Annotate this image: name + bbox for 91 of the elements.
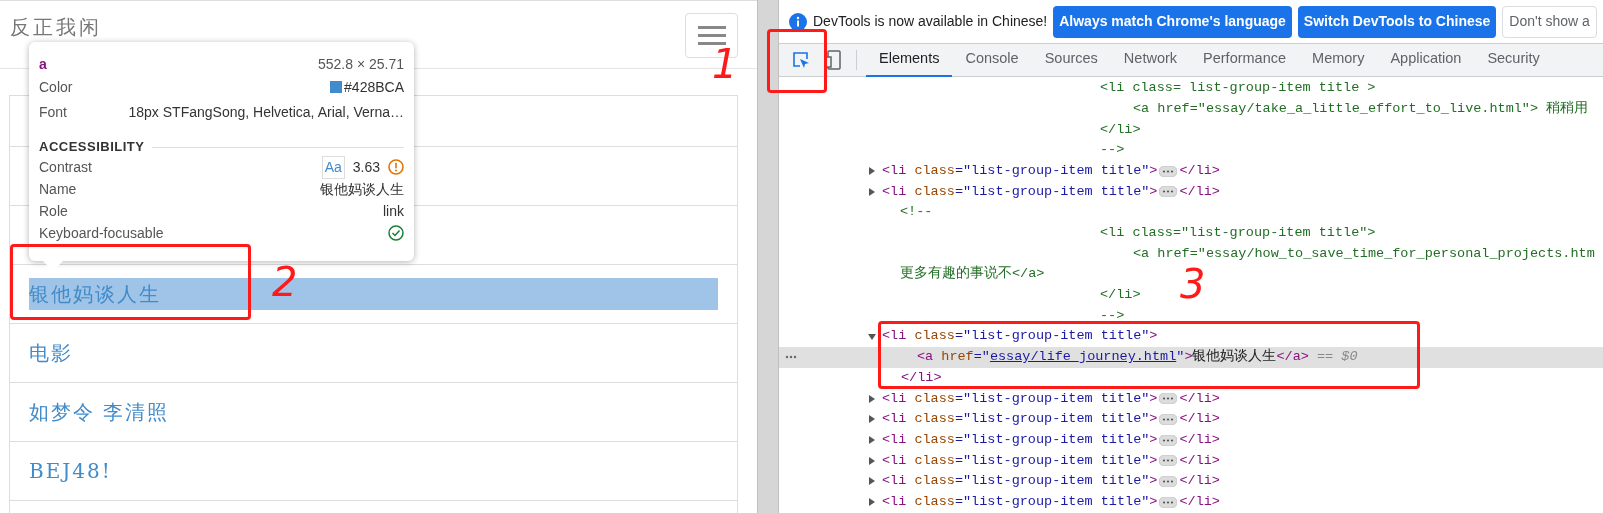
property-value: #428BCA (344, 77, 404, 97)
warning-icon (388, 159, 404, 175)
devtools-tab[interactable]: Network (1110, 43, 1191, 77)
property-value: link (383, 201, 404, 221)
site-title[interactable]: 反正我闲 (10, 15, 102, 39)
code-text: <a href="essay/how_to_save_time_for_personal_projects.htm (1133, 244, 1595, 263)
ellipsis-icon[interactable] (1159, 455, 1178, 467)
list-item[interactable]: 如梦令 李清照 (10, 382, 737, 441)
collapsed-arrow-icon[interactable] (868, 167, 876, 176)
devtools-tab[interactable]: Elements (866, 43, 953, 77)
code-text: </li> (1179, 410, 1220, 429)
section-heading: ACCESSIBILITY (39, 138, 145, 157)
code-text: <li class="list-group-item title"> (882, 472, 1158, 491)
collapsed-arrow-icon[interactable] (868, 415, 876, 424)
ellipsis-icon[interactable] (1159, 496, 1178, 508)
code-text: </li> (1179, 389, 1220, 408)
devtools-tab[interactable]: Security (1474, 43, 1553, 77)
contrast-sample: Aa (321, 155, 345, 179)
code-text: <li class="list-group-item title"> (882, 182, 1158, 201)
code-text: <!-- (900, 203, 933, 222)
property-label: Role (39, 201, 68, 221)
code-text: 更多有趣的事说不</a> (900, 264, 1045, 284)
collapsed-arrow-icon[interactable] (868, 394, 876, 403)
info-button[interactable]: Always match Chrome's language (1053, 5, 1292, 38)
property-label: Font (39, 102, 67, 122)
property-label: Keyboard-focusable (39, 223, 164, 243)
element-tag: a (39, 53, 47, 75)
property-label: Contrast (39, 157, 92, 177)
code-text: </li> (1179, 430, 1220, 449)
ellipsis-icon[interactable] (1159, 393, 1178, 405)
code-text: <li class="list-group-item title"> (1100, 224, 1376, 243)
info-message: DevTools is now available in Chinese! (813, 12, 1048, 31)
link[interactable]: essay/life_journey.html (989, 349, 1177, 365)
code-text: --> (1100, 141, 1125, 160)
collapsed-arrow-icon[interactable] (868, 477, 876, 486)
collapsed-arrow-icon[interactable] (868, 456, 876, 465)
collapsed-arrow-icon[interactable] (868, 436, 876, 445)
code-text: <li class="list-group-item title"> (882, 327, 1158, 346)
code-text: </li> (1100, 120, 1141, 139)
code-text: <li class="list-group-item title"> (882, 389, 1158, 408)
code-text: <li class="list-group-item title"> (882, 161, 1158, 180)
list-item[interactable]: 电影 (10, 323, 737, 382)
code-text: </li> (1179, 492, 1220, 511)
device-toolbar-icon[interactable] (824, 50, 842, 70)
handwritten-number: 1 (712, 44, 738, 84)
ellipsis-icon[interactable] (1159, 475, 1178, 487)
property-label: Color (39, 77, 73, 97)
code-text: <li class="list-group-item title"> (882, 451, 1158, 470)
code-text: </li> (1179, 161, 1220, 180)
list-link[interactable]: 电影 (29, 337, 718, 369)
code-text: </li> (901, 368, 942, 387)
annotation-box (767, 29, 827, 93)
code-text: </li> (1100, 286, 1141, 305)
info-button[interactable]: Don't show a (1502, 5, 1597, 38)
property-value: 银他妈谈人生 (320, 179, 404, 199)
element-size: 552.8 × 25.71 (317, 54, 404, 74)
list-link[interactable]: BEJ48! (29, 455, 718, 487)
list-link[interactable]: 如梦令 李清照 (29, 396, 718, 428)
code-text: </li> (1179, 451, 1220, 470)
property-label: Name (39, 179, 77, 199)
more-icon[interactable] (785, 355, 797, 360)
code-text: --> (1100, 306, 1125, 325)
code-text: <li class="list-group-item title"> (882, 410, 1158, 429)
split-handle[interactable] (757, 0, 779, 513)
devtools-tab[interactable]: Performance (1190, 43, 1300, 77)
code-text: <a href="essay/life_journey.html">银他妈谈人生</a> == $0 (917, 347, 1358, 367)
devtools-tab[interactable]: Console (952, 43, 1032, 77)
code-text: </li> (1179, 182, 1220, 201)
devtools-tab[interactable]: Sources (1031, 43, 1111, 77)
list-item[interactable]: BEJ48! (10, 441, 737, 500)
info-button[interactable]: Switch DevTools to Chinese (1297, 5, 1497, 38)
ellipsis-icon[interactable] (1159, 413, 1178, 425)
code-text: <li class= list-group-item title > (1100, 79, 1376, 98)
code-text: <li class="list-group-item title"> (882, 430, 1158, 449)
expanded-arrow-icon[interactable] (868, 332, 876, 341)
ellipsis-icon[interactable] (1159, 165, 1178, 177)
devtools-tab[interactable]: Application (1377, 43, 1475, 77)
code-text: <li class="list-group-item title"> (882, 492, 1158, 511)
ellipsis-icon[interactable] (1159, 186, 1178, 198)
collapsed-arrow-icon[interactable] (868, 187, 876, 196)
check-icon (388, 225, 404, 241)
collapsed-arrow-icon[interactable] (868, 498, 876, 507)
property-value: 3.63 (352, 157, 380, 177)
ellipsis-icon[interactable] (1159, 434, 1178, 446)
handwritten-number: 3 (1180, 264, 1206, 304)
code-text: <a href="essay/take_a_little_effort_to_live.html"> 稍稍用 (1133, 99, 1589, 118)
info-icon (789, 12, 807, 31)
property-value: 18px STFangSong, Helvetica, Arial, Verna… (128, 102, 404, 122)
inspect-icon[interactable] (791, 50, 811, 70)
code-text: </li> (1179, 472, 1220, 491)
devtools-tab[interactable]: Memory (1299, 43, 1378, 77)
